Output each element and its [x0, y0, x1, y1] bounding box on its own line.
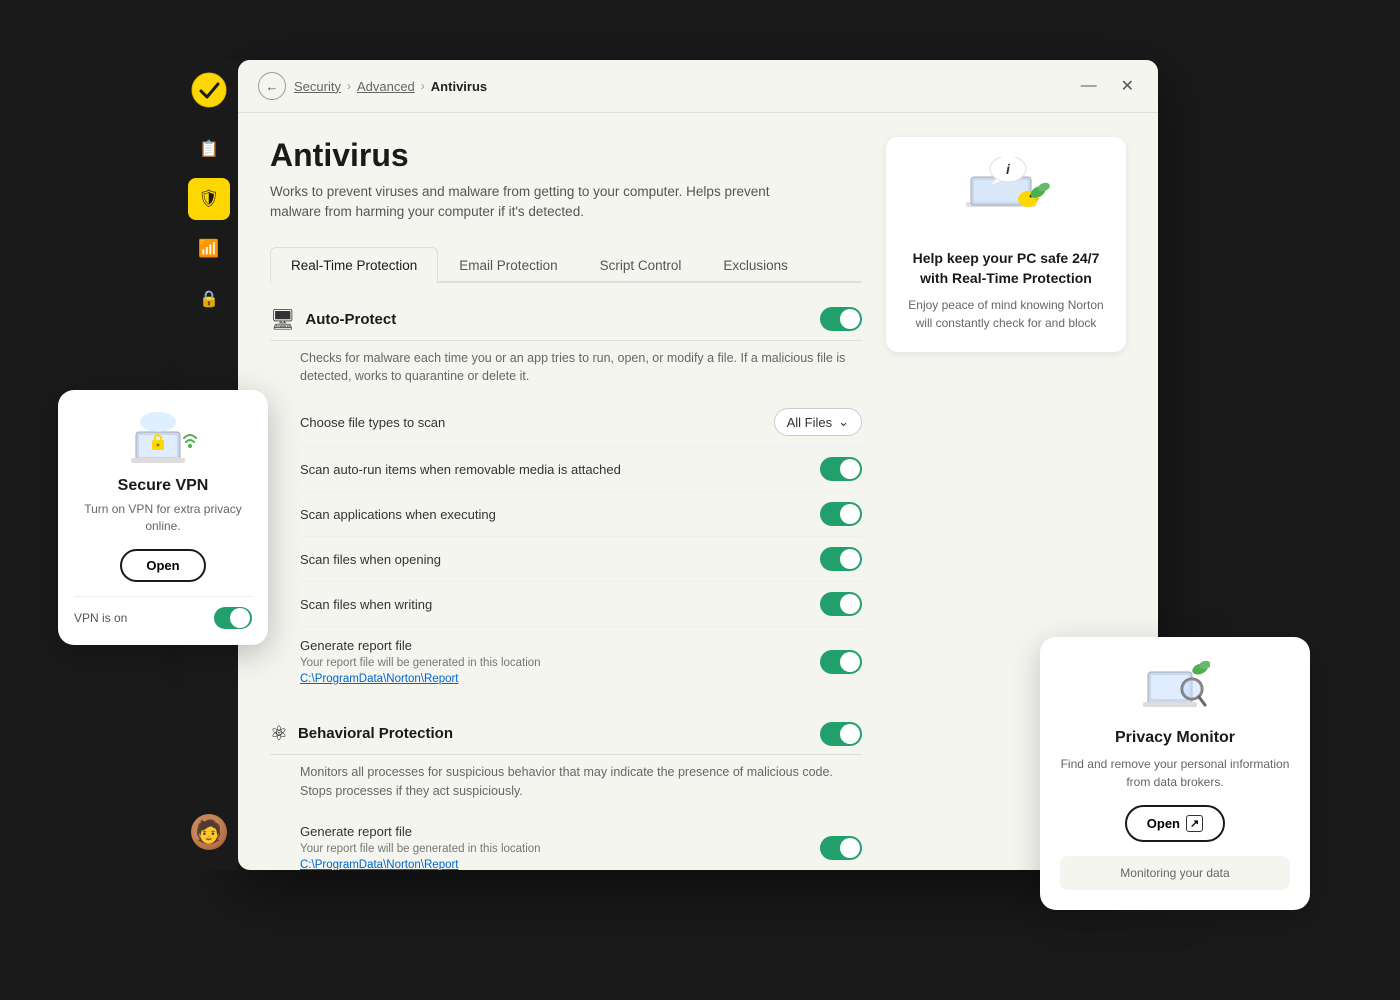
privacy-monitor-title: Privacy Monitor [1060, 729, 1290, 747]
setting-toggle-2[interactable]: ✓ [820, 547, 862, 571]
vpn-toggle[interactable]: ✓ [214, 607, 252, 629]
privacy-open-label: Open [1147, 816, 1180, 831]
setting-row-0: Scan auto-run items when removable media… [300, 447, 862, 492]
privacy-monitor-description: Find and remove your personal informatio… [1060, 755, 1290, 791]
title-bar-controls: — ✕ [1077, 72, 1138, 100]
privacy-monitoring-status: Monitoring your data [1060, 856, 1290, 890]
breadcrumb-sep-1: › [347, 79, 351, 93]
file-types-row: Choose file types to scan All Files ⌄ [300, 398, 862, 447]
title-bar: ← Security › Advanced › Antivirus — ✕ [238, 60, 1158, 113]
tab-realtime[interactable]: Real-Time Protection [270, 247, 438, 283]
norton-logo [191, 72, 227, 108]
behavioral-label-0: Generate report file [300, 824, 412, 839]
setting-label-2: Scan files when opening [300, 552, 441, 567]
promo-realtime-title: Help keep your PC safe 24/7 with Real-Ti… [906, 249, 1106, 288]
monitoring-label: Monitoring your data [1120, 866, 1229, 880]
file-types-dropdown[interactable]: All Files ⌄ [774, 408, 862, 436]
file-types-value: All Files [787, 415, 833, 430]
promo-card-realtime: i Help keep your PC safe 24/7 with Real-… [886, 137, 1126, 352]
vpn-open-button[interactable]: Open [120, 549, 205, 582]
breadcrumb-security[interactable]: Security [294, 79, 341, 94]
setting-row-1: Scan applications when executing ✓ [300, 492, 862, 537]
behavioral-title-row: ⚛ Behavioral Protection [270, 721, 453, 746]
file-types-label: Choose file types to scan [300, 415, 445, 430]
back-button[interactable]: ← [258, 72, 286, 100]
behavioral-icon: ⚛ [270, 721, 288, 746]
vpn-toggle-check: ✓ [240, 612, 248, 623]
vpn-description: Turn on VPN for extra privacy online. [74, 501, 252, 535]
behavioral-toggle-wrap: ✓ [820, 722, 862, 746]
behavioral-title: Behavioral Protection [298, 725, 453, 742]
tab-exclusions[interactable]: Exclusions [702, 247, 809, 283]
behavioral-settings: Generate report file Your report file wi… [270, 813, 862, 871]
setting-row-3: Scan files when writing ✓ [300, 582, 862, 627]
sidebar-item-protection[interactable]: 🛡 [188, 178, 230, 220]
behavioral-desc: Monitors all processes for suspicious be… [300, 763, 862, 801]
auto-protect-title: Auto-Protect [305, 311, 396, 328]
promo-realtime-desc: Enjoy peace of mind knowing Norton will … [906, 296, 1106, 332]
breadcrumb-antivirus: Antivirus [431, 79, 487, 94]
sidebar-item-device[interactable]: 📋 [188, 128, 230, 170]
privacy-open-button[interactable]: Open ↗ [1125, 805, 1225, 842]
sidebar-item-privacy[interactable]: 🔒 [188, 278, 230, 320]
main-content: Antivirus Works to prevent viruses and m… [270, 137, 862, 846]
setting-row-2: Scan files when opening ✓ [300, 537, 862, 582]
setting-link-4[interactable]: C:\ProgramData\Norton\Report [300, 673, 459, 685]
setting-label-4: Generate report file [300, 638, 412, 653]
vpn-card: Secure VPN Turn on VPN for extra privacy… [58, 390, 268, 645]
setting-label-0: Scan auto-run items when removable media… [300, 462, 621, 477]
main-window: ← Security › Advanced › Antivirus — ✕ An… [238, 60, 1158, 870]
behavioral-link-0[interactable]: C:\ProgramData\Norton\Report [300, 859, 459, 871]
setting-sub-4: Your report file will be generated in th… [300, 657, 541, 669]
setting-label-3: Scan files when writing [300, 597, 432, 612]
content-area: Antivirus Works to prevent viruses and m… [238, 113, 1158, 870]
setting-toggle-4[interactable]: ✓ [820, 650, 862, 674]
sidebar-item-performance[interactable]: 📶 [188, 228, 230, 270]
auto-protect-header: 🖥 Auto-Protect ✓ [270, 307, 862, 341]
behavioral-sub-0: Your report file will be generated in th… [300, 843, 541, 855]
tabs-bar: Real-Time Protection Email Protection Sc… [270, 247, 862, 283]
vpn-title: Secure VPN [74, 477, 252, 495]
breadcrumb-advanced[interactable]: Advanced [357, 79, 415, 94]
setting-toggle-0[interactable]: ✓ [820, 457, 862, 481]
setting-label-1: Scan applications when executing [300, 507, 496, 522]
tab-email[interactable]: Email Protection [438, 247, 578, 283]
promo-card-image: i [956, 157, 1056, 237]
page-title: Antivirus [270, 137, 862, 174]
vpn-icon [128, 410, 198, 465]
behavioral-toggle[interactable]: ✓ [820, 722, 862, 746]
auto-protect-title-row: 🖥 Auto-Protect [270, 307, 396, 332]
privacy-monitor-card: Privacy Monitor Find and remove your per… [1040, 637, 1310, 910]
close-button[interactable]: ✕ [1117, 72, 1138, 100]
behavioral-section: ⚛ Behavioral Protection ✓ Monitors all p… [270, 721, 862, 870]
auto-protect-desc: Checks for malware each time you or an a… [300, 349, 862, 387]
vpn-status-label: VPN is on [74, 611, 127, 625]
user-avatar[interactable]: 🧑 [191, 814, 227, 850]
auto-protect-icon: 🖥 [270, 307, 295, 332]
auto-protect-toggle-check: ✓ [849, 313, 858, 326]
page-description: Works to prevent viruses and malware fro… [270, 182, 810, 223]
behavioral-label-block-0: Generate report file Your report file wi… [300, 823, 541, 871]
dropdown-chevron-icon: ⌄ [838, 414, 849, 430]
auto-protect-settings: Choose file types to scan All Files ⌄ Sc… [270, 398, 862, 697]
auto-protect-toggle-wrap: ✓ [820, 307, 862, 331]
vpn-status-row: VPN is on ✓ [74, 596, 252, 629]
setting-label-block-4: Generate report file Your report file wi… [300, 637, 541, 687]
title-bar-left: ← Security › Advanced › Antivirus [258, 72, 487, 100]
auto-protect-section: 🖥 Auto-Protect ✓ Checks for malware each… [270, 307, 862, 698]
behavioral-row-0: Generate report file Your report file wi… [300, 813, 862, 871]
behavioral-header: ⚛ Behavioral Protection ✓ [270, 721, 862, 755]
external-link-icon: ↗ [1186, 815, 1203, 832]
setting-toggle-3[interactable]: ✓ [820, 592, 862, 616]
minimize-button[interactable]: — [1077, 73, 1101, 99]
breadcrumb-sep-2: › [421, 79, 425, 93]
tab-script[interactable]: Script Control [579, 247, 703, 283]
setting-row-4: Generate report file Your report file wi… [300, 627, 862, 697]
behavioral-toggle-0[interactable]: ✓ [820, 836, 862, 860]
auto-protect-toggle[interactable]: ✓ [820, 307, 862, 331]
privacy-icon [1140, 657, 1210, 717]
setting-toggle-1[interactable]: ✓ [820, 502, 862, 526]
breadcrumb: Security › Advanced › Antivirus [294, 79, 487, 94]
